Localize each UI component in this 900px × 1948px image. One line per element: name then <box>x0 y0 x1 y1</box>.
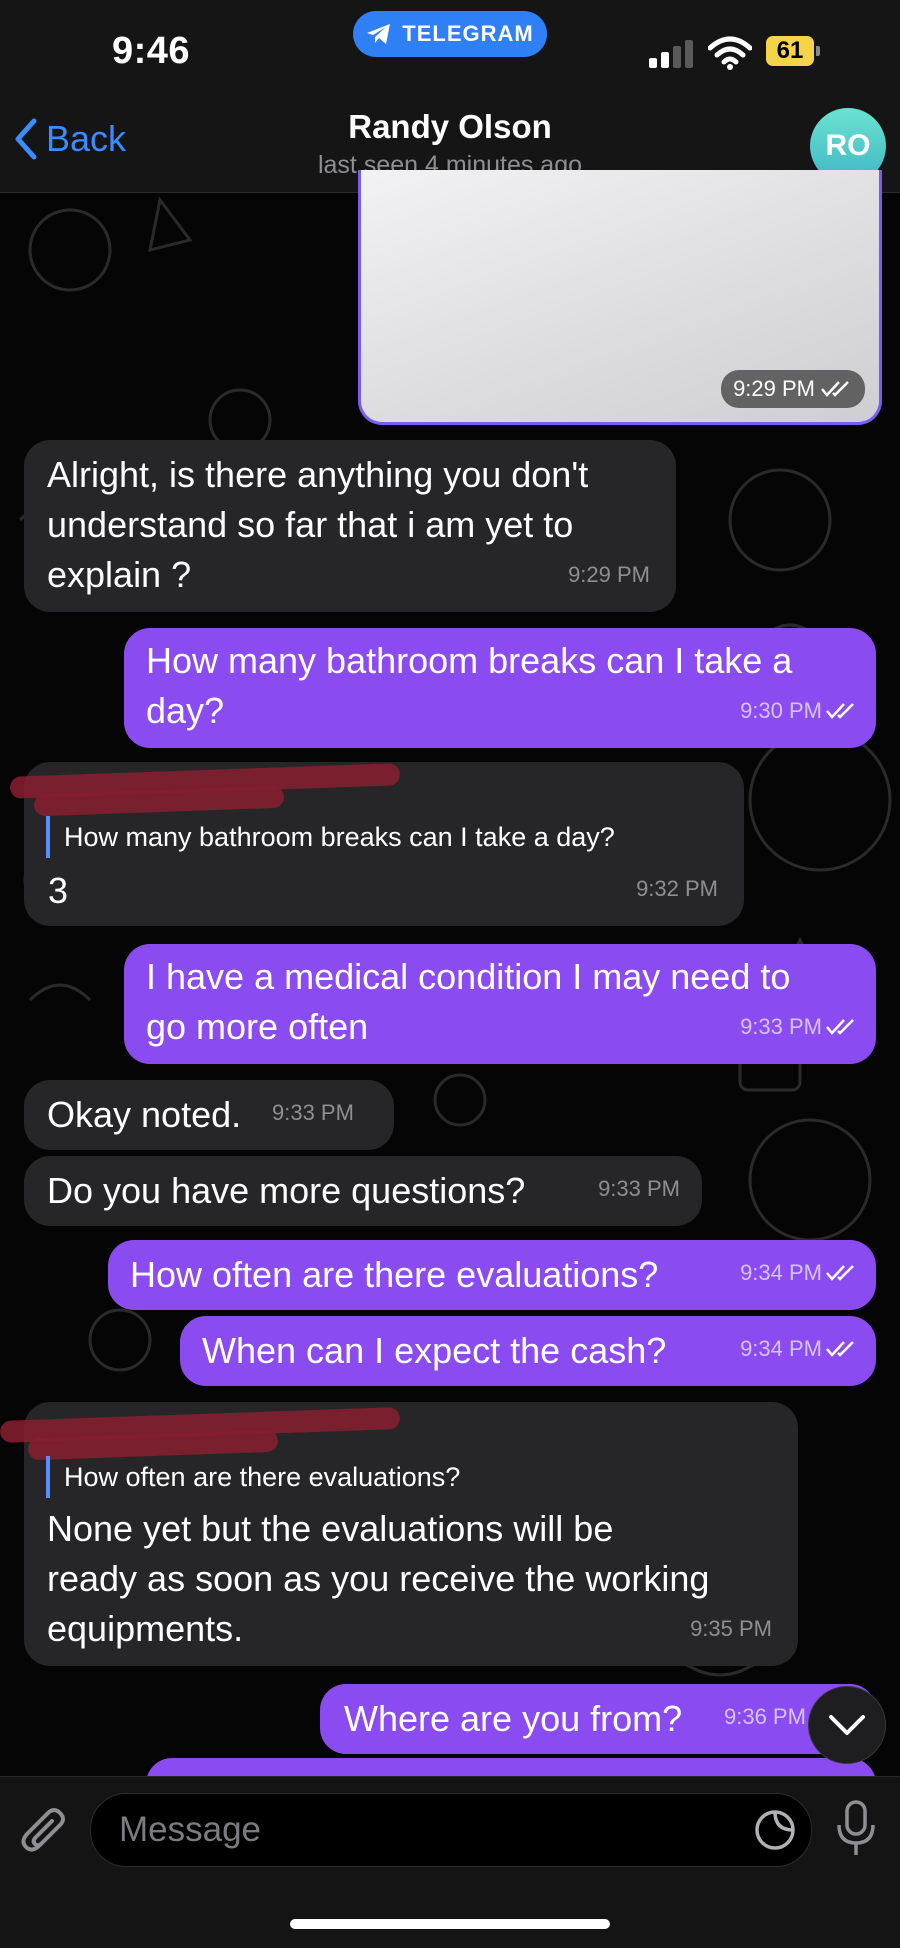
message-time: 9:36 PM <box>724 1704 806 1729</box>
message-text-line: How many bathroom breaks can I take a <box>146 640 793 681</box>
message-time: 9:34 PM <box>740 1260 822 1285</box>
telegram-pill[interactable]: TELEGRAM <box>353 11 547 57</box>
reply-quote-text: How often are there evaluations? <box>64 1462 461 1492</box>
message-bubble-incoming[interactable]: Okay noted. 9:33 PM <box>24 1080 394 1150</box>
message-bubble-incoming[interactable]: Do you have more questions? 9:33 PM <box>24 1156 702 1226</box>
message-bubble-incoming[interactable]: How many bathroom breaks can I take a da… <box>9 762 744 926</box>
message-bubble-outgoing[interactable]: Where are you from? 9:36 PM <box>320 1684 876 1754</box>
microphone-icon[interactable] <box>834 1799 878 1859</box>
message-time: 9:30 PM <box>740 698 822 723</box>
message-text-line: Where are you from? <box>344 1698 683 1739</box>
double-check-icon <box>826 1265 854 1281</box>
telegram-icon <box>367 24 391 44</box>
message-bubble-outgoing[interactable]: I have a medical condition I may need to… <box>124 944 876 1064</box>
message-time: 9:33 PM <box>598 1176 680 1201</box>
signal-icon <box>649 40 693 68</box>
chevron-down-icon <box>829 1715 865 1735</box>
top-bar: 9:46 TELEGRAM 61 Back Randy Olson last s… <box>0 0 900 193</box>
message-time: 9:32 PM <box>636 876 718 901</box>
message-text-line: Alright, is there anything you don't <box>47 454 589 495</box>
message-text-line: understand so far that i am yet to <box>47 504 574 545</box>
message-time: 9:34 PM <box>740 1336 822 1361</box>
photo-message[interactable]: 9:29 PM <box>358 170 882 425</box>
message-bubble-outgoing[interactable]: When can I expect the cash? 9:34 PM <box>180 1316 876 1386</box>
sticker-icon[interactable] <box>753 1808 797 1852</box>
wifi-icon <box>708 36 752 70</box>
message-bubble-outgoing[interactable]: How often are there evaluations? 9:34 PM <box>108 1240 876 1310</box>
home-indicator <box>290 1919 610 1929</box>
message-text-line: Do you have more questions? <box>47 1170 526 1211</box>
message-text-line: Okay noted. <box>47 1094 242 1135</box>
paperclip-icon[interactable] <box>20 1803 70 1859</box>
message-text-line: explain ? <box>47 554 192 595</box>
message-text-line: 3 <box>48 870 69 911</box>
message-time: 9:33 PM <box>272 1100 354 1125</box>
message-text-line: When can I expect the cash? <box>202 1330 667 1371</box>
message-text-line: ready as soon as you receive the working <box>47 1558 710 1599</box>
double-check-icon <box>826 1019 854 1035</box>
message-time: 9:35 PM <box>690 1616 772 1641</box>
message-input[interactable] <box>117 1809 721 1851</box>
message-text-line: I have a medical condition I may need to <box>146 956 791 997</box>
message-bubble-incoming[interactable]: Alright, is there anything you don't und… <box>24 440 676 612</box>
status-time: 9:46 <box>112 30 191 72</box>
message-text-line: day? <box>146 690 225 731</box>
message-text-line: go more often <box>146 1006 369 1047</box>
telegram-pill-label: TELEGRAM <box>402 21 534 46</box>
message-time: 9:33 PM <box>740 1014 822 1039</box>
message-time: 9:29 PM <box>568 562 650 587</box>
double-check-icon <box>826 703 854 719</box>
message-text-line: equipments. <box>47 1608 244 1649</box>
reply-quote-text: How many bathroom breaks can I take a da… <box>64 822 615 852</box>
battery-indicator: 61 <box>766 36 820 66</box>
message-time: 9:29 PM <box>733 376 815 401</box>
message-field[interactable] <box>90 1793 812 1867</box>
message-text-line: None yet but the evaluations will be <box>47 1508 614 1549</box>
contact-name[interactable]: Randy Olson <box>0 108 900 146</box>
double-check-icon <box>821 381 849 397</box>
double-check-icon <box>826 1341 854 1357</box>
reply-quote[interactable]: How often are there evaluations? <box>46 1456 460 1498</box>
message-bubble-incoming[interactable]: How often are there evaluations? None ye… <box>0 1402 798 1666</box>
message-input-bar <box>0 1776 900 1948</box>
message-meta: 9:29 PM <box>721 370 865 408</box>
scroll-down-button[interactable] <box>808 1686 886 1764</box>
message-text-line: How often are there evaluations? <box>130 1254 659 1295</box>
reply-quote[interactable]: How many bathroom breaks can I take a da… <box>46 816 615 858</box>
message-bubble-outgoing[interactable]: How many bathroom breaks can I take a da… <box>124 628 876 748</box>
